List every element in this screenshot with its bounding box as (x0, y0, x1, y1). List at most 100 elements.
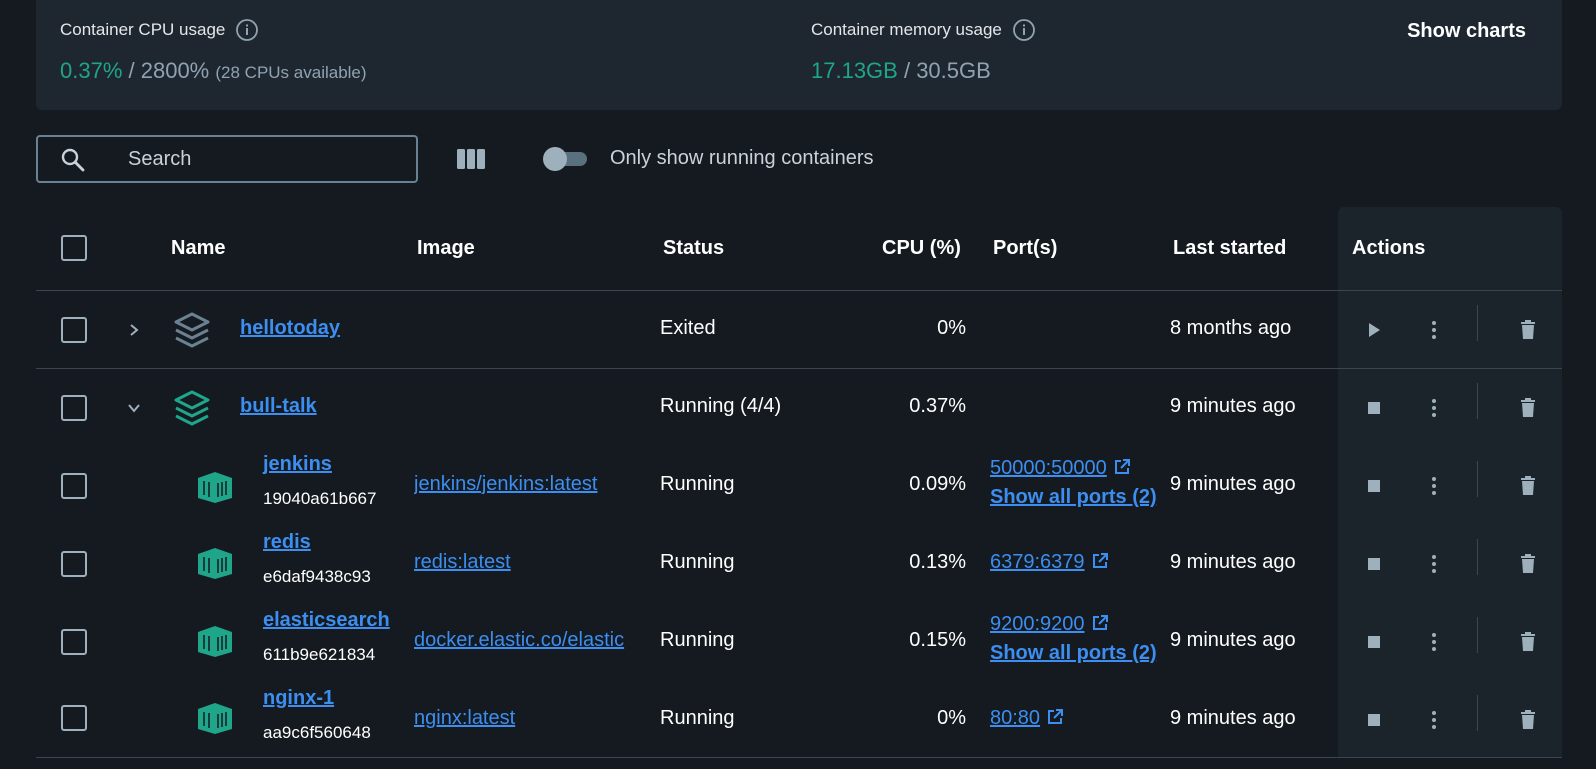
external-link-icon[interactable] (1046, 708, 1064, 726)
stop-icon[interactable] (1362, 552, 1386, 576)
header-last-started[interactable]: Last started (1173, 237, 1286, 260)
play-icon[interactable] (1362, 318, 1386, 342)
container-id: 611b9e621834 (263, 645, 376, 664)
row-checkbox[interactable] (61, 473, 87, 499)
stop-icon[interactable] (1362, 474, 1386, 498)
chevron-down-icon[interactable] (122, 396, 146, 420)
table-bottom-border (36, 757, 1562, 758)
cpu-available-note: (28 CPUs available) (215, 63, 367, 82)
trash-icon[interactable] (1516, 552, 1540, 576)
trash-icon[interactable] (1516, 630, 1540, 654)
search-box[interactable] (36, 135, 418, 183)
port-link[interactable]: 6379:6379 (990, 551, 1085, 573)
stop-icon[interactable] (1362, 708, 1386, 732)
image-link[interactable]: redis:latest (414, 551, 646, 574)
stack-icon (173, 311, 211, 349)
info-icon[interactable] (1012, 18, 1036, 42)
show-charts-button[interactable]: Show charts (1407, 20, 1526, 43)
info-icon[interactable] (235, 18, 259, 42)
more-options-icon[interactable] (1422, 708, 1446, 732)
more-options-icon[interactable] (1422, 318, 1446, 342)
table-row[interactable]: bull-talk Running (4/4) 0.37% 9 minutes … (36, 369, 1562, 447)
show-all-ports-link[interactable]: Show all ports (2) (990, 642, 1157, 665)
header-ports[interactable]: Port(s) (993, 237, 1057, 260)
memory-usage-title: Container memory usage (811, 20, 1002, 39)
more-options-icon[interactable] (1422, 552, 1446, 576)
image-link[interactable]: jenkins/jenkins:latest (414, 473, 646, 496)
header-cpu[interactable]: CPU (%) (882, 237, 961, 260)
row-checkbox[interactable] (61, 395, 87, 421)
more-options-icon[interactable] (1422, 474, 1446, 498)
table-row[interactable]: nginx-1 aa9c6f560648 nginx:latest Runnin… (36, 681, 1562, 757)
stop-icon[interactable] (1362, 630, 1386, 654)
more-options-icon[interactable] (1422, 396, 1446, 420)
container-id: e6daf9438c93 (263, 567, 371, 586)
chevron-right-icon[interactable] (122, 318, 146, 342)
status-text: Exited (660, 317, 716, 339)
trash-icon[interactable] (1516, 318, 1540, 342)
cpu-separator: / (122, 58, 141, 83)
external-link-icon[interactable] (1091, 614, 1109, 632)
stop-icon[interactable] (1362, 396, 1386, 420)
port-link[interactable]: 9200:9200 (990, 613, 1085, 635)
image-link[interactable]: docker.elastic.co/elastic (414, 629, 646, 652)
last-started-text: 9 minutes ago (1170, 395, 1296, 417)
more-options-icon[interactable] (1422, 630, 1446, 654)
status-text: Running (660, 473, 735, 495)
container-name-link[interactable]: redis (263, 531, 311, 553)
image-link[interactable]: nginx:latest (414, 707, 646, 730)
memory-separator: / (897, 58, 917, 83)
cpu-value: 0.09% (909, 473, 966, 495)
cpu-value: 0.13% (909, 551, 966, 573)
memory-usage-stat: Container memory usage 17.13GB / 30.5GB (811, 18, 1036, 84)
trash-icon[interactable] (1516, 474, 1540, 498)
action-divider (1477, 695, 1478, 731)
cpu-value: 0% (937, 317, 966, 339)
table-row[interactable]: redis e6daf9438c93 redis:latest Running … (36, 525, 1562, 603)
cpu-used-value: 0.37% (60, 58, 123, 83)
row-checkbox[interactable] (61, 317, 87, 343)
port-link[interactable]: 80:80 (990, 707, 1040, 729)
port-link[interactable]: 50000:50000 (990, 457, 1107, 479)
cpu-value: 0% (937, 707, 966, 729)
header-image[interactable]: Image (417, 237, 475, 260)
running-only-toggle[interactable] (543, 147, 587, 171)
table-row[interactable]: elasticsearch 611b9e621834 docker.elasti… (36, 603, 1562, 681)
last-started-text: 9 minutes ago (1170, 473, 1296, 495)
stack-icon (173, 389, 211, 427)
action-divider (1477, 617, 1478, 653)
table-row[interactable]: hellotoday Exited 0% 8 months ago (36, 291, 1562, 369)
last-started-text: 9 minutes ago (1170, 551, 1296, 573)
header-name[interactable]: Name (171, 237, 225, 260)
status-text: Running (4/4) (660, 395, 782, 417)
table-row[interactable]: jenkins 19040a61b667 jenkins/jenkins:lat… (36, 447, 1562, 525)
header-actions: Actions (1352, 237, 1426, 259)
container-name-link[interactable]: jenkins (263, 453, 332, 475)
container-name-link[interactable]: nginx-1 (263, 687, 334, 709)
columns-icon[interactable] (455, 147, 487, 171)
row-checkbox[interactable] (61, 551, 87, 577)
trash-icon[interactable] (1516, 396, 1540, 420)
select-all-checkbox[interactable] (61, 235, 87, 261)
show-all-ports-link[interactable]: Show all ports (2) (990, 486, 1157, 509)
status-text: Running (660, 629, 735, 651)
group-name-link[interactable]: bull-talk (240, 395, 317, 417)
search-input[interactable] (128, 143, 408, 175)
action-divider (1477, 383, 1478, 419)
row-checkbox[interactable] (61, 629, 87, 655)
action-divider (1477, 539, 1478, 575)
external-link-icon[interactable] (1113, 458, 1131, 476)
cpu-value: 0.37% (909, 395, 966, 417)
last-started-text: 8 months ago (1170, 317, 1292, 339)
row-checkbox[interactable] (61, 705, 87, 731)
container-id: aa9c6f560648 (263, 723, 371, 742)
table-header: Name Image Status CPU (%) Port(s) Last s… (36, 207, 1562, 291)
toggle-knob (543, 147, 567, 171)
cpu-value: 0.15% (909, 629, 966, 651)
group-name-link[interactable]: hellotoday (240, 317, 340, 339)
cpu-total-value: 2800% (140, 58, 210, 83)
container-name-link[interactable]: elasticsearch (263, 609, 390, 631)
external-link-icon[interactable] (1091, 552, 1109, 570)
trash-icon[interactable] (1516, 708, 1540, 732)
header-status[interactable]: Status (663, 237, 724, 260)
